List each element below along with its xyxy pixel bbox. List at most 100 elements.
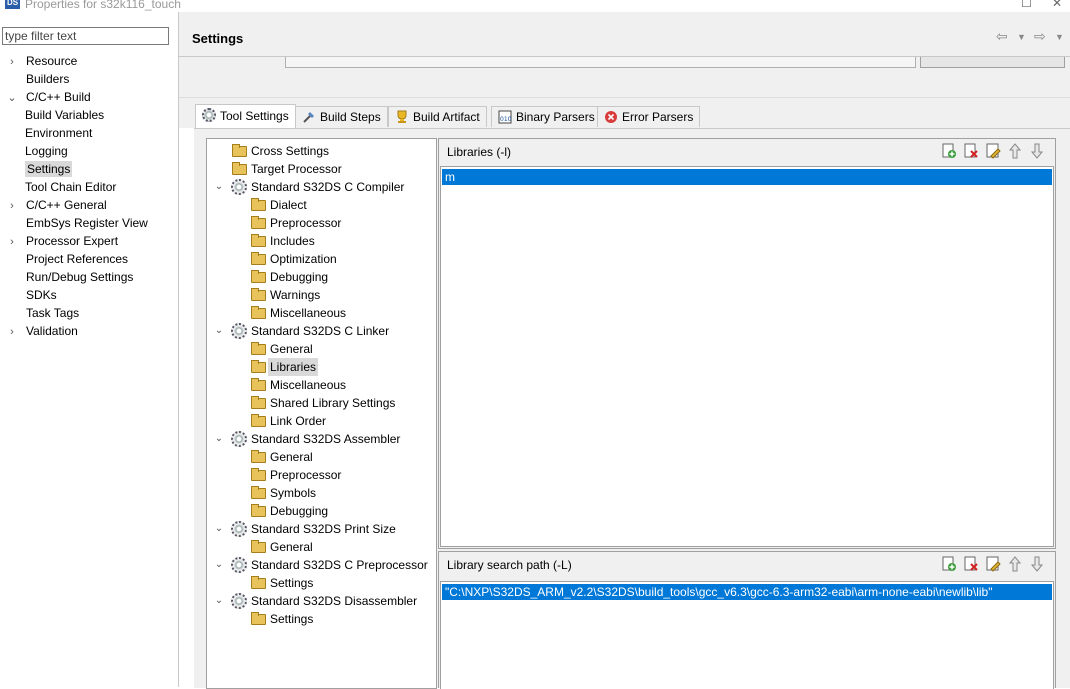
tool-tree-label: Libraries [268,358,319,376]
chevron-right-icon[interactable]: › [6,323,18,341]
move-up-icon[interactable] [1007,143,1023,159]
manage-configurations-button[interactable] [920,57,1065,68]
tree-item-project-references[interactable]: Project References [6,250,128,268]
add-icon[interactable] [941,556,957,572]
tool-tree-item-preprocessor[interactable]: Preprocessor [250,214,432,232]
move-down-icon[interactable] [1029,143,1045,159]
forward-arrow-icon[interactable]: ⇨ [1034,28,1046,45]
configuration-combo[interactable] [285,57,916,68]
tool-tree-item-symbols[interactable]: Symbols [250,484,432,502]
tab-build-artifact[interactable]: Build Artifact [388,106,487,127]
tool-tree-item-cross-settings[interactable]: Cross Settings [231,142,432,160]
tree-item-label: C/C++ Build [26,90,91,104]
chevron-down-icon[interactable]: ⌄ [213,178,225,196]
search-path-toolbar [941,556,1045,572]
tree-item-c-c-general[interactable]: › C/C++ General [6,196,107,214]
tool-tree-item-link-order[interactable]: Link Order [250,412,432,430]
window-title: Properties for s32k116_touch [25,0,181,11]
tree-item-build-variables[interactable]: Build Variables [25,106,104,124]
tab-tool-settings[interactable]: Tool Settings [195,104,296,128]
tree-item-resource[interactable]: › Resource [6,52,77,70]
tree-item-embsys-register-view[interactable]: EmbSys Register View [6,214,148,232]
chevron-down-icon[interactable]: ⌄ [213,556,225,574]
chevron-down-icon[interactable]: ⌄ [213,520,225,538]
tool-tree-item-standard-s32ds-disassembler[interactable]: ⌄ Standard S32DS Disassembler [215,592,432,610]
tool-tree-item-general[interactable]: General [250,538,432,556]
tree-item-label: Run/Debug Settings [26,270,134,284]
back-menu-chevron-icon[interactable]: ▼ [1017,32,1026,42]
tree-item-logging[interactable]: Logging [25,142,68,160]
tool-tree-item-target-processor[interactable]: Target Processor [231,160,432,178]
tree-item-label: Builders [26,72,70,86]
search-path-list[interactable]: "C:\NXP\S32DS_ARM_v2.2\S32DS\build_tools… [440,581,1054,689]
tool-tree-item-settings[interactable]: Settings [250,610,432,628]
list-item[interactable]: "C:\NXP\S32DS_ARM_v2.2\S32DS\build_tools… [442,584,1052,600]
delete-icon[interactable] [963,143,979,159]
tool-tree-item-standard-s32ds-assembler[interactable]: ⌄ Standard S32DS Assembler [215,430,432,448]
folder-icon [250,413,266,429]
tool-tree-item-standard-s32ds-c-preprocessor[interactable]: ⌄ Standard S32DS C Preprocessor [215,556,432,574]
tree-item-validation[interactable]: › Validation [6,322,78,340]
tool-tree-item-standard-s32ds-c-linker[interactable]: ⌄ Standard S32DS C Linker [215,322,432,340]
chevron-down-icon[interactable]: ⌄ [213,430,225,448]
chevron-right-icon[interactable]: › [6,233,18,251]
chevron-down-icon[interactable]: ⌄ [213,322,225,340]
chevron-down-icon[interactable]: ⌄ [6,89,18,107]
tree-item-processor-expert[interactable]: › Processor Expert [6,232,118,250]
folder-icon [250,341,266,357]
libraries-title: Libraries (-l) [447,145,512,159]
tool-tree-item-settings[interactable]: Settings [250,574,432,592]
folder-icon [250,575,266,591]
delete-icon[interactable] [963,556,979,572]
tab-error-parsers[interactable]: Error Parsers [597,106,701,127]
tree-item-tool-chain-editor[interactable]: Tool Chain Editor [25,178,116,196]
move-up-icon[interactable] [1007,556,1023,572]
tool-tree-item-standard-s32ds-print-size[interactable]: ⌄ Standard S32DS Print Size [215,520,432,538]
tool-tree-item-preprocessor[interactable]: Preprocessor [250,466,432,484]
tool-tree-item-miscellaneous[interactable]: Miscellaneous [250,304,432,322]
tree-item-sdks[interactable]: SDKs [6,286,57,304]
chevron-down-icon[interactable]: ⌄ [213,592,225,610]
gear-icon [231,323,247,339]
chevron-right-icon[interactable]: › [6,53,18,71]
tool-tree-item-standard-s32ds-c-compiler[interactable]: ⌄ Standard S32DS C Compiler [215,178,432,196]
edit-icon[interactable] [985,143,1001,159]
tool-tree-item-debugging[interactable]: Debugging [250,268,432,286]
filter-input[interactable] [2,27,169,45]
edit-icon[interactable] [985,556,1001,572]
tab-build-steps[interactable]: Build Steps [295,106,388,127]
folder-icon [250,467,266,483]
close-icon[interactable]: ✕ [1052,0,1062,10]
tree-item-builders[interactable]: Builders [6,70,69,88]
back-arrow-icon[interactable]: ⇦ [996,28,1008,45]
tool-tree-item-dialect[interactable]: Dialect [250,196,432,214]
tool-tree-item-warnings[interactable]: Warnings [250,286,432,304]
tool-tree-item-includes[interactable]: Includes [250,232,432,250]
tool-tree-item-libraries[interactable]: Libraries [250,358,432,376]
tree-item-label: SDKs [26,288,57,302]
chevron-right-icon[interactable]: › [6,197,18,215]
list-item[interactable]: m [442,169,1052,185]
tool-tree-label: Cross Settings [251,144,330,158]
tree-item-task-tags[interactable]: Task Tags [6,304,79,322]
tree-item-c-c-build[interactable]: ⌄ C/C++ Build [6,88,91,107]
tool-tree-item-general[interactable]: General [250,448,432,466]
tree-item-settings[interactable]: Settings [25,160,73,178]
svg-text:010: 010 [500,116,512,123]
forward-menu-chevron-icon[interactable]: ▼ [1055,32,1064,42]
maximize-icon[interactable]: ☐ [1021,0,1032,10]
tool-tree-item-shared-library-settings[interactable]: Shared Library Settings [250,394,432,412]
move-down-icon[interactable] [1029,556,1045,572]
tree-item-environment[interactable]: Environment [25,124,92,142]
folder-icon [250,377,266,393]
tool-tree-item-miscellaneous[interactable]: Miscellaneous [250,376,432,394]
libraries-list[interactable]: m [440,166,1054,547]
search-path-title: Library search path (-L) [447,558,572,572]
tool-tree-item-debugging[interactable]: Debugging [250,502,432,520]
tab-binary-parsers[interactable]: 010 Binary Parsers [491,106,602,127]
tool-tree-item-optimization[interactable]: Optimization [250,250,432,268]
tree-item-run-debug-settings[interactable]: Run/Debug Settings [6,268,133,286]
tool-tree-label: Miscellaneous [270,378,347,392]
tool-tree-item-general[interactable]: General [250,340,432,358]
add-icon[interactable] [941,143,957,159]
